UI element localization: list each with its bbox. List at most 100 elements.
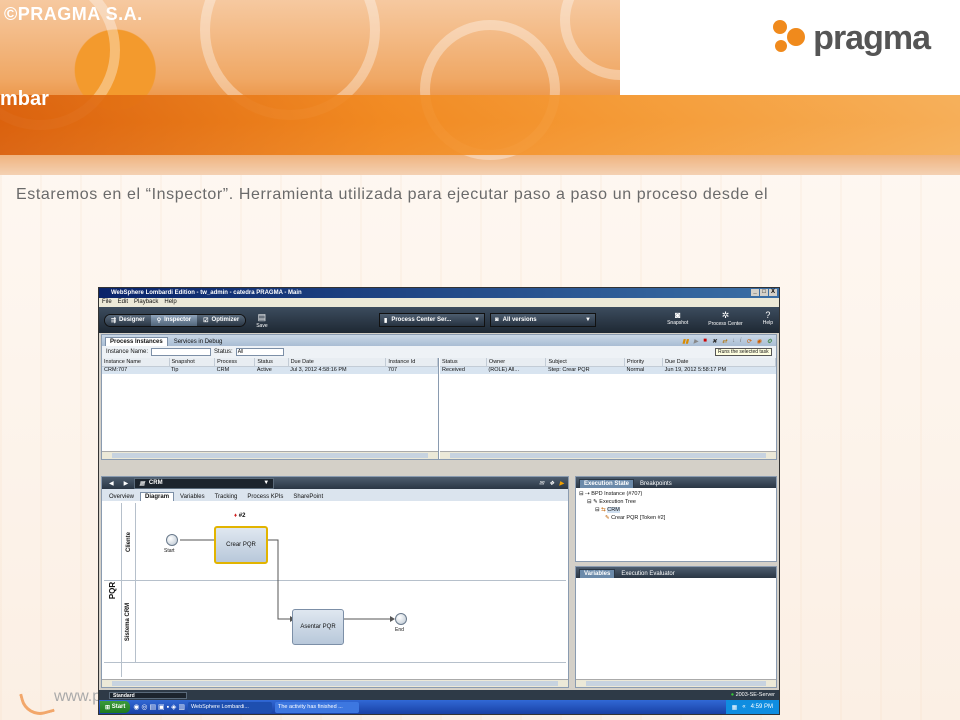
minimize-button[interactable]: _ [751, 289, 759, 296]
process-center-icon: ✲ [721, 310, 730, 320]
table-cell: Jul 3, 2012 4:58:16 PM [288, 366, 386, 374]
tab-tracking[interactable]: Tracking [211, 493, 242, 501]
tab-execution-state[interactable]: Execution State [579, 479, 635, 488]
forward-icon[interactable]: ▶ [120, 479, 133, 488]
process-selector[interactable]: ▦ CRM ▼ [134, 477, 275, 489]
activity-crear-pqr[interactable]: Crear PQR [214, 526, 268, 564]
end-event[interactable] [395, 613, 407, 625]
maximize-button[interactable]: □ [760, 289, 768, 296]
tasks-column-header[interactable]: Priority [624, 358, 664, 367]
instances-column-header[interactable]: Due Date [288, 358, 387, 367]
quicklaunch-icons[interactable]: ◉ ◎ ▤ ▣ ▪ ◈ ▥ [133, 703, 185, 711]
tab-sharepoint[interactable]: SharePoint [289, 493, 327, 501]
tasks-column-header[interactable]: Subject [545, 358, 626, 367]
mail-icon[interactable]: ✉ [539, 480, 544, 487]
network-icon[interactable]: ▦ [732, 704, 738, 711]
task-lombardi[interactable]: WebSphere Lombardi... [187, 701, 272, 713]
pragma-logo: pragma [771, 18, 931, 58]
table-cell: (ROLE) All... [486, 366, 546, 374]
clock: 4:59 PM [750, 704, 773, 710]
tab-breakpoints[interactable]: Breakpoints [636, 480, 676, 488]
designer-button[interactable]: ⇶ Designer [105, 314, 151, 326]
search-icon: ⚲ [156, 317, 162, 324]
menu-file[interactable]: File [102, 298, 112, 307]
close-button[interactable]: X [769, 289, 777, 296]
tasks-scrollbar[interactable] [440, 451, 776, 459]
run-task-icon[interactable]: ◉ [756, 338, 761, 345]
instance-name-input[interactable] [151, 348, 212, 356]
play-icon[interactable]: ▶ [559, 480, 564, 487]
help-button[interactable]: ? Help [763, 310, 773, 327]
tab-process-kpis[interactable]: Process KPIs [243, 493, 287, 501]
tray-expand-icon[interactable]: « [742, 704, 745, 710]
menu-playback[interactable]: Playback [134, 298, 158, 307]
execution-tree: ⊟ ⇢ BPD Instance (#707) ⊟ ✎ Execution Tr… [576, 488, 776, 524]
menu-edit[interactable]: Edit [118, 298, 128, 307]
table-row[interactable]: Received (ROLE) All... Step: Crear PQR Norm… [440, 366, 776, 374]
sequence-flows [180, 537, 395, 622]
tasks-column-header[interactable]: Owner [486, 358, 547, 367]
status-select[interactable]: All [235, 348, 284, 356]
end-label: End [395, 627, 404, 633]
refresh-icon[interactable]: ⟳ [746, 338, 751, 345]
table-row[interactable]: CRM:707 Tip CRM Active Jul 3, 2012 4:58:16 P… [102, 366, 438, 374]
back-icon[interactable]: ◀ [105, 479, 118, 488]
chevron-down-icon: ▼ [263, 479, 270, 486]
instances-column-header[interactable]: Snapshot [169, 358, 216, 367]
settings-icon[interactable]: ⚙ [767, 338, 772, 345]
version-dropdown[interactable]: ◙ All versions ▼ [490, 313, 596, 327]
perspective-dropdown[interactable]: Standard [109, 691, 187, 699]
save-button[interactable]: ▤ Save [256, 312, 267, 329]
tree-node[interactable]: ⊟ ⇆ CRM [579, 506, 773, 514]
instances-column-header[interactable]: Instance Name [102, 358, 170, 367]
delete-icon[interactable]: ✖ [712, 338, 717, 345]
tree-node[interactable]: ⊟ ✎ Execution Tree [579, 498, 773, 506]
task-activity-finished[interactable]: The activity has finished ... [274, 701, 359, 713]
tab-services-debug[interactable]: Services in Debug [170, 338, 227, 346]
camera-icon: ◙ [495, 317, 499, 323]
server-status: ● 2003-SE-Server [730, 692, 775, 698]
instances-column-header[interactable]: Instance Id [385, 358, 438, 367]
instances-panel: Process Instances Services in Debug ▮▮ ▶… [101, 334, 777, 460]
snapshot-button[interactable]: ◙ Snapshot [667, 310, 688, 327]
activity-asentar-pqr[interactable]: Asentar PQR [292, 609, 344, 645]
pause-icon[interactable]: ▮▮ [682, 338, 689, 345]
tasks-column-header[interactable]: Status [440, 358, 487, 367]
layers-icon[interactable]: ❖ [549, 480, 554, 487]
tab-process-instances[interactable]: Process Instances [105, 337, 168, 346]
system-tray: ▦ « 4:59 PM [725, 700, 779, 714]
start-event[interactable] [166, 534, 178, 546]
process-center-button[interactable]: ✲ Process Center [708, 310, 742, 327]
instances-scrollbar[interactable] [102, 451, 438, 459]
copyright-text: ©PRAGMA S.A. [4, 4, 143, 24]
variables-scrollbar[interactable] [576, 679, 776, 687]
slide-body-text: Estaremos en el “Inspector”. Herramienta… [16, 186, 769, 203]
stop-icon[interactable]: ■ [703, 338, 707, 345]
menu-help[interactable]: Help [164, 298, 176, 307]
tree-node[interactable]: ✎ Crear PQR [Token #2] [579, 514, 773, 522]
section-title: mbar [0, 88, 49, 110]
info-icon[interactable]: i [740, 338, 741, 345]
server-dropdown[interactable]: ▮ Process Center Ser... ▼ [379, 313, 485, 327]
play-icon[interactable]: ▶ [694, 338, 699, 345]
variables-panel: Variables Execution Evaluator [575, 566, 777, 688]
instances-column-header[interactable]: Process [214, 358, 256, 367]
chevron-down-icon: ▼ [585, 317, 591, 323]
tab-execution-evaluator[interactable]: Execution Evaluator [617, 570, 678, 578]
status-label: Status: [214, 349, 233, 355]
inspector-button[interactable]: ⚲ Inspector [150, 314, 198, 326]
instances-column-header[interactable]: Status [254, 358, 289, 367]
tree-node[interactable]: ⊟ ⇢ BPD Instance (#707) [579, 490, 773, 498]
tab-variables[interactable]: Variables [176, 493, 209, 501]
optimizer-button[interactable]: ☑ Optimizer [197, 314, 246, 326]
migrate-icon[interactable]: ⇄ [722, 338, 727, 345]
tab-overview[interactable]: Overview [105, 493, 138, 501]
tab-diagram[interactable]: Diagram [140, 492, 175, 501]
window-title: WebSphere Lombardi Edition - tw_admin - … [111, 290, 302, 296]
tasks-column-header[interactable]: Due Date [662, 358, 776, 367]
tab-variables-pane[interactable]: Variables [579, 569, 616, 578]
diagram-scrollbar[interactable] [102, 679, 568, 687]
step-icon[interactable]: ↓ [732, 338, 735, 345]
help-icon: ? [765, 310, 771, 320]
start-button[interactable]: ⊞ Start [100, 701, 131, 713]
